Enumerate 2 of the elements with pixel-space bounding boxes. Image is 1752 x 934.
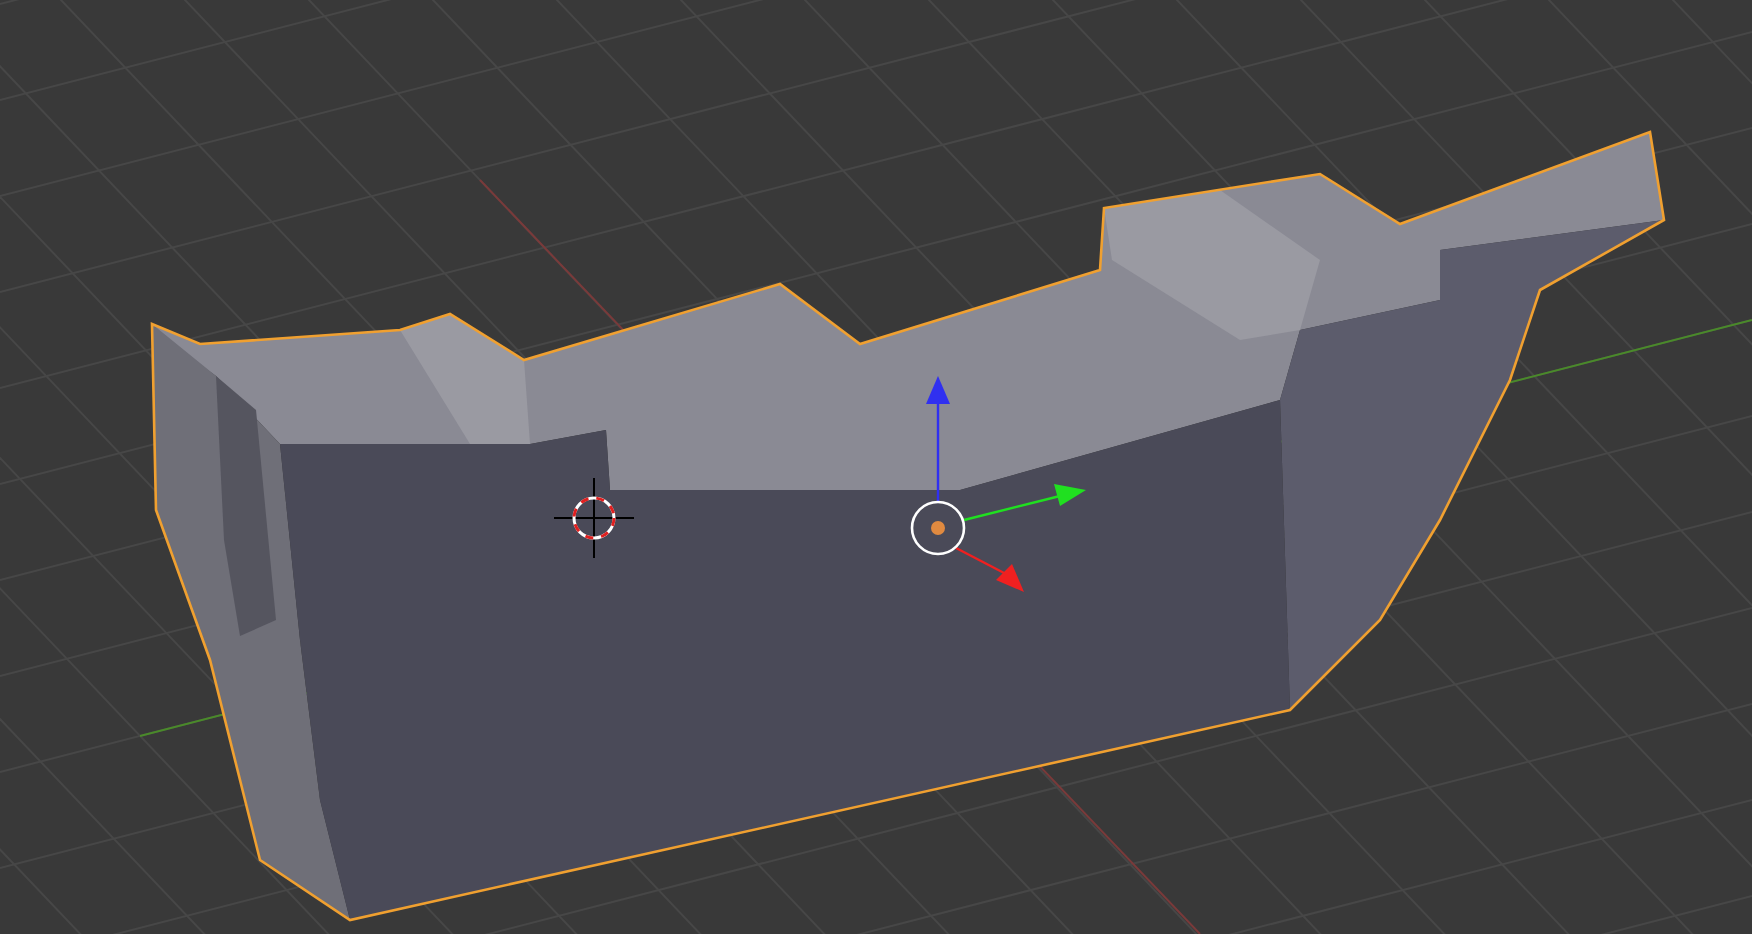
transform-gizmo-icon[interactable]	[910, 376, 1086, 592]
3d-cursor-icon[interactable]	[553, 477, 635, 559]
